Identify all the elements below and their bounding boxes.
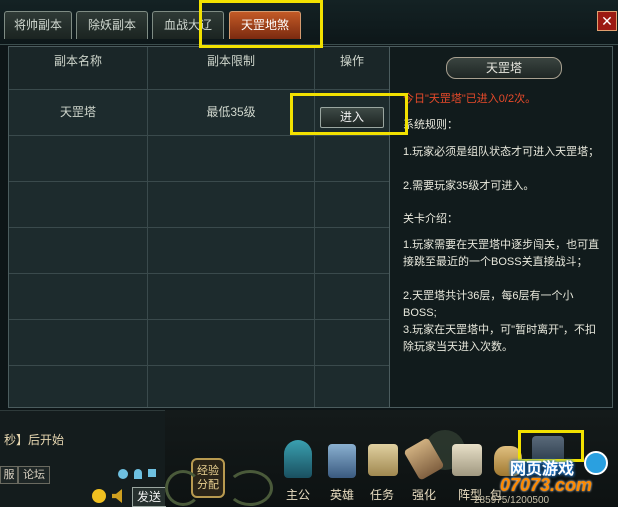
highlight-box [290,93,408,135]
header-name: 副本名称 [53,54,102,68]
dungeon-window: 将帅副本 除妖副本 血战大辽 天罡地煞 ✕ 副本名称 副本限制 操作 天罡塔 最… [0,0,618,410]
divider [9,319,389,320]
chat-notice: 秒】后开始 [4,433,65,447]
highlight-box [199,0,323,48]
menu-label-quest[interactable]: 任务 [362,486,402,503]
chat-tab-server[interactable]: 服 [0,466,18,484]
tab-demon-dungeon[interactable]: 除妖副本 [76,11,148,39]
menu-label-enhance[interactable]: 强化 [404,486,444,503]
close-button[interactable]: ✕ [597,11,617,31]
header-action: 操作 [339,54,364,68]
grid-icon[interactable] [148,469,156,477]
intro-item: 1.玩家需要在天罡塔中逐步闯关，也可直接跳至最近的一个BOSS关直接战斗； [403,239,600,268]
character-icon[interactable] [284,440,312,478]
emoji-icon[interactable] [92,489,106,503]
hero-icon[interactable] [328,444,356,478]
tab-general-dungeon[interactable]: 将帅副本 [4,11,72,39]
divider [9,89,389,90]
intro-item: 2.天罡塔共计36层，每6层有一个小BOSS; [403,290,574,319]
divider [9,181,389,182]
rule-item: 2.需要玩家35级才可进入。 [403,180,535,192]
speaker-icon[interactable] [112,489,122,503]
watermark-text: 07073.com [500,475,593,495]
ornament-icon [165,470,201,506]
table-header: 副本名称 副本限制 操作 [9,47,389,89]
rule-item: 1.玩家必须是组队状态才可进入天罡塔； [403,146,600,158]
divider [9,365,389,366]
dungeon-name: 天罡塔 [59,105,96,119]
divider [9,135,389,136]
person-icon[interactable] [134,469,142,479]
info-title: 天罡塔 [446,57,562,79]
watermark-logo: 网页游戏 07073.com [500,451,612,501]
header-limit: 副本限制 [206,54,255,68]
info-panel: 天罡塔 今日"天罡塔"已进入0/2次。 系统规则： 1.玩家必须是组队状态才可进… [389,46,613,408]
mascot-icon [584,451,608,475]
ornament-icon [227,470,273,506]
exp-label: 经验 [197,465,219,477]
rules-heading: 系统规则： [403,119,458,131]
chat-panel: 秒】后开始 服 论坛 发送 [0,410,166,507]
menu-label-hero[interactable]: 英雄 [322,486,362,503]
chat-tab-forum[interactable]: 论坛 [18,466,50,484]
menu-label-lord[interactable]: 主公 [278,486,318,503]
divider [9,227,389,228]
daily-count: 今日"天罡塔"已进入0/2次。 [403,93,537,105]
intro-item: 3.玩家在天罡塔中，可"暂时离开"，不扣除玩家当天进入次数。 [403,324,596,353]
send-button[interactable]: 发送 [132,487,166,507]
scroll-icon[interactable] [368,444,398,476]
eye-icon[interactable] [118,469,128,479]
intro-heading: 关卡介绍： [403,213,458,225]
formation-icon[interactable] [452,444,482,476]
divider [9,273,389,274]
